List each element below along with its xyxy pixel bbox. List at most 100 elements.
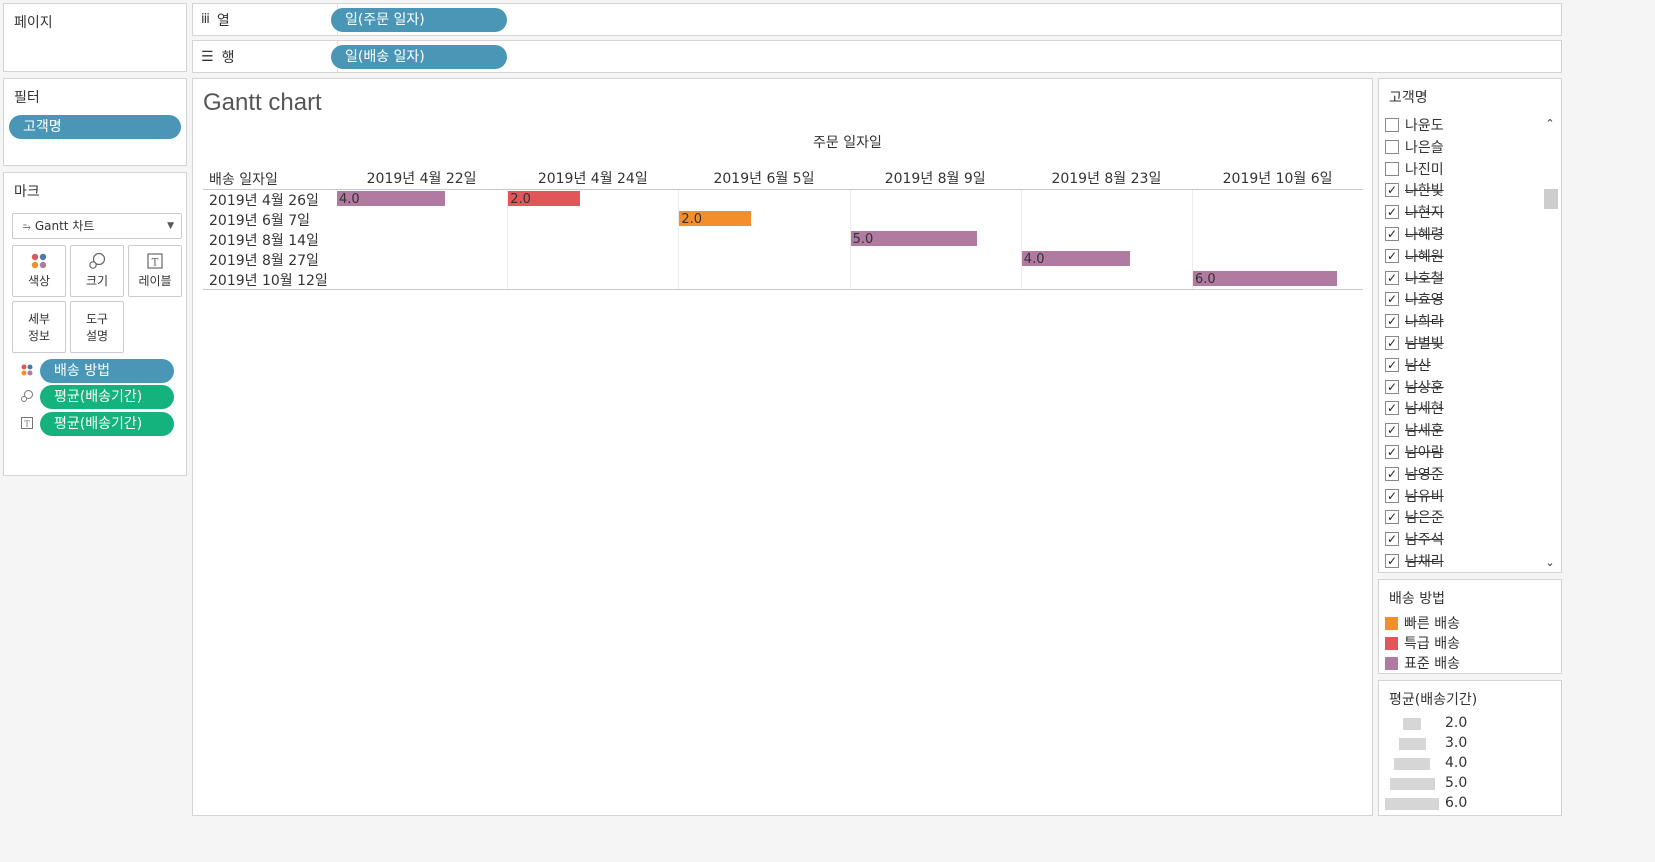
filter-list-item[interactable]: ✓ 남아람 [1385,442,1444,462]
color-legend-item[interactable]: 특급 배송 [1385,634,1460,652]
row-header: 2019년 8월 14일 [209,233,319,249]
filter-list-item[interactable]: 나윤도 [1385,115,1444,135]
filter-item-label: 나혜령 [1405,227,1444,243]
filter-item-label: 남은준 [1405,510,1444,527]
checkbox-unchecked[interactable] [1385,118,1399,132]
gantt-bar[interactable]: 5.0 [850,231,977,247]
marks-pill-label-avg-ship[interactable]: 평균(배송기간) [40,412,174,436]
svg-text:T: T [152,258,159,269]
color-dots-icon [19,363,35,379]
column-header: 2019년 10월 6일 [1222,171,1333,187]
size-legend-item[interactable]: 2.0 [1385,715,1555,733]
checkbox-checked[interactable]: ✓ [1385,532,1399,547]
size-legend-item[interactable]: 4.0 [1385,755,1555,773]
filter-list-item[interactable]: ✓ 남상훈 [1385,377,1444,397]
filter-item-label: 나한빛 [1405,183,1444,200]
tooltip-button[interactable]: 도구 설명 [70,301,124,353]
detail-button[interactable]: 세부 정보 [12,301,66,353]
filter-list-item[interactable]: ✓ 나혜원 [1385,246,1444,266]
checkbox-checked[interactable]: ✓ [1385,183,1399,198]
filter-scrollbar[interactable]: ⌃ ⌄ [1543,115,1558,569]
gantt-bar[interactable]: 2.0 [679,211,752,227]
checkbox-unchecked[interactable] [1385,139,1399,154]
checkbox-checked[interactable]: ✓ [1385,401,1399,416]
checkbox-checked[interactable]: ✓ [1385,336,1399,350]
filter-list-item[interactable]: ✓ 남산 [1385,355,1431,375]
checkbox-checked[interactable]: ✓ [1385,488,1399,503]
size-legend-item[interactable]: 6.0 [1385,795,1555,813]
checkbox-checked[interactable]: ✓ [1385,423,1399,438]
filter-list-item[interactable]: ✓ 나한빛 [1385,180,1444,200]
columns-pill-order-date[interactable]: 일(주문 일자) [331,8,507,32]
marks-pill-ship-method[interactable]: 배송 방법 [40,359,174,383]
rows-pill-ship-date[interactable]: 일(배송 일자) [331,45,507,69]
filter-list-item[interactable]: ✓ 나현지 [1385,202,1444,222]
filter-list-item[interactable]: ✓ 나혜령 [1385,224,1444,244]
checkbox-checked[interactable]: ✓ [1385,248,1399,263]
marks-pill-size-avg-ship[interactable]: 평균(배송기간) [40,385,174,409]
columns-shelf[interactable]: iii 열 일(주문 일자) [192,3,1562,36]
rows-icon: ☰ [201,48,214,65]
checkbox-checked[interactable]: ✓ [1385,292,1399,307]
color-swatch [1385,656,1398,670]
filter-pill-customer[interactable]: 고객명 [9,115,181,139]
checkbox-checked[interactable]: ✓ [1385,270,1399,285]
filter-list-item[interactable]: 나진미 [1385,159,1444,179]
filter-list-item[interactable]: ✓ 남영준 [1385,464,1444,484]
checkbox-checked[interactable]: ✓ [1385,379,1399,394]
filter-list-item[interactable]: ✓ 남유비 [1385,486,1444,506]
filter-list-item[interactable]: 나은슬 [1385,137,1444,157]
color-legend-item[interactable]: 빠른 배송 [1385,614,1460,632]
checkbox-checked[interactable]: ✓ [1385,357,1399,372]
color-button[interactable]: 색상 [12,245,66,297]
filter-list-item[interactable]: ✓ 남주석 [1385,529,1444,549]
checkbox-checked[interactable]: ✓ [1385,205,1399,220]
chevron-down-icon[interactable]: ⌄ [1543,556,1557,569]
row-axis-title: 배송 일자일 [209,172,278,188]
checkbox-checked[interactable]: ✓ [1385,445,1399,459]
gantt-bar[interactable]: 4.0 [337,191,445,207]
filter-item-label: 남별빛 [1405,336,1444,352]
gridline [678,189,680,289]
color-legend-item[interactable]: 표준 배송 [1385,654,1460,672]
chevron-down-icon: ▼ [167,221,174,231]
checkbox-checked[interactable]: ✓ [1385,227,1399,241]
filter-list-item[interactable]: ✓ 나희라 [1385,311,1444,331]
row-header: 2019년 6월 7일 [209,213,310,229]
size-legend-item[interactable]: 3.0 [1385,735,1555,753]
color-legend-label: 특급 배송 [1404,636,1460,652]
customer-filter-title: 고객명 [1389,90,1428,106]
filter-list-item[interactable]: ✓ 남은준 [1385,507,1444,527]
tooltip-button-label-2: 설명 [85,329,109,343]
mark-type-dropdown[interactable]: ⥱ Gantt 차트 ▼ [12,213,182,239]
size-button[interactable]: 크기 [70,245,124,297]
filter-list-item[interactable]: ✓ 남채리 [1385,551,1444,571]
gantt-bar[interactable]: 2.0 [508,191,581,207]
marks-title: 마크 [14,184,40,200]
filter-item-label: 남채리 [1405,554,1444,570]
column-header: 2019년 8월 23일 [1051,171,1162,187]
filter-list-item[interactable]: ✓ 남세훈 [1385,420,1444,440]
size-icon [19,389,35,405]
size-swatch [1385,798,1439,810]
gantt-bar[interactable]: 6.0 [1193,271,1337,287]
checkbox-checked[interactable]: ✓ [1385,554,1399,568]
color-legend-card: 배송 방법 빠른 배송특급 배송표준 배송 [1378,579,1562,674]
label-button[interactable]: T 레이블 [128,245,182,297]
color-legend-title: 배송 방법 [1389,591,1445,607]
size-legend-item[interactable]: 5.0 [1385,775,1555,793]
scroll-thumb[interactable] [1544,189,1558,209]
checkbox-checked[interactable]: ✓ [1385,314,1399,329]
checkbox-checked[interactable]: ✓ [1385,466,1399,481]
column-header: 2019년 4월 24일 [537,171,648,187]
checkbox-checked[interactable]: ✓ [1385,510,1399,525]
filter-list-item[interactable]: ✓ 남세현 [1385,398,1444,418]
filter-list-item[interactable]: ✓ 남별빛 [1385,333,1444,353]
filter-list-item[interactable]: ✓ 나효영 [1385,289,1444,309]
filter-list-item[interactable]: ✓ 나호철 [1385,268,1444,288]
checkbox-unchecked[interactable] [1385,161,1399,176]
gantt-bar[interactable]: 4.0 [1021,251,1130,267]
customer-filter-card: 고객명 나윤도 나은슬 나진미 ✓ 나한빛 ✓ 나현지 ✓ 나혜령 ✓ 나혜원 ✓ 나호철 ✓ 나효영 ✓ 나희… [1378,78,1562,573]
chevron-up-icon[interactable]: ⌃ [1543,117,1557,130]
rows-shelf[interactable]: ☰ 행 일(배송 일자) [192,40,1562,73]
